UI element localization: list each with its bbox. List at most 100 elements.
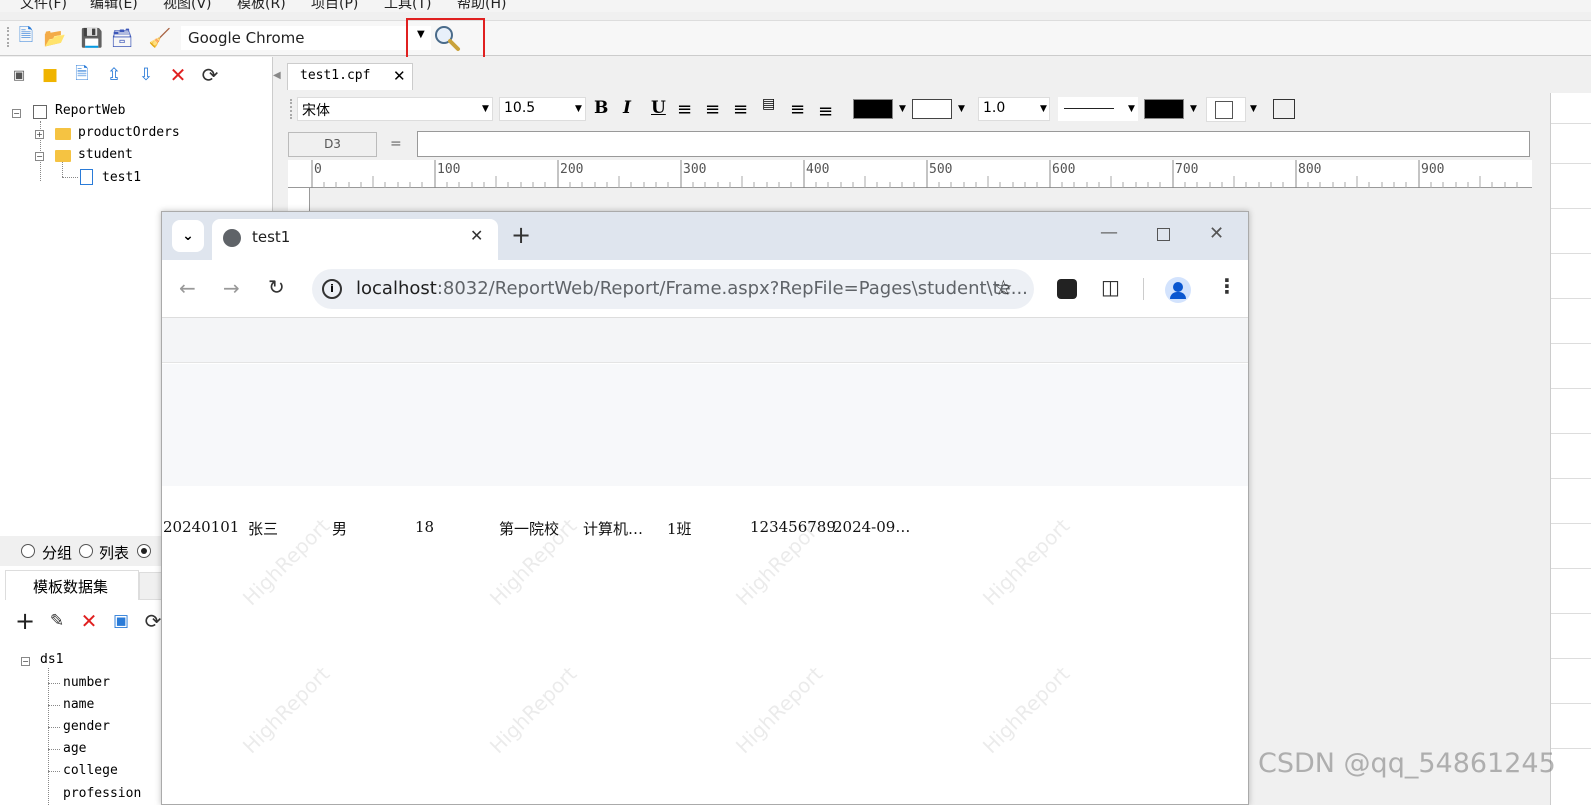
menu-project[interactable]: 项目(P) — [311, 0, 358, 12]
clean-brush-icon[interactable]: 🧹 — [148, 26, 172, 50]
tab-template-dataset[interactable]: 模板数据集 — [5, 570, 139, 600]
radio-third[interactable] — [137, 544, 151, 558]
menu-template[interactable]: 模板(R) — [237, 0, 286, 12]
border-color-swatch[interactable] — [1144, 99, 1184, 119]
tree-root-label[interactable]: ReportWeb — [55, 103, 125, 118]
chevron-down-icon[interactable]: ▼ — [1040, 104, 1047, 114]
tab-search-chevron-icon[interactable]: ⌄ — [172, 220, 204, 252]
refresh-icon[interactable]: ⟳ — [199, 63, 221, 87]
profile-avatar-icon[interactable] — [1165, 277, 1191, 303]
scroll-left-icon[interactable]: ◀ — [273, 70, 281, 81]
field-name[interactable]: name — [63, 697, 94, 712]
chrome-tab-title: test1 — [252, 228, 291, 246]
download-icon[interactable]: ⇩ — [135, 64, 157, 86]
back-icon[interactable]: ← — [179, 276, 196, 300]
close-icon[interactable]: ✕ — [393, 67, 406, 85]
align-right-icon[interactable]: ≡ — [733, 99, 748, 120]
bookmark-star-icon[interactable]: ☆ — [994, 276, 1013, 300]
menu-file[interactable]: 文件(F) — [20, 0, 67, 12]
edit-pencil-icon[interactable]: ✎ — [46, 610, 68, 632]
maximize-icon[interactable] — [1157, 228, 1170, 241]
align-bottom-icon[interactable]: ≡ — [818, 101, 833, 122]
radio-group[interactable] — [21, 544, 35, 558]
save-all-icon[interactable]: 🗃 — [110, 26, 134, 50]
new-template-icon[interactable]: 🗎 — [71, 64, 93, 86]
align-middle-icon[interactable]: ≡ — [790, 99, 805, 120]
tree-connector — [48, 705, 60, 706]
delete-icon[interactable]: ✕ — [167, 63, 189, 87]
extension-icon[interactable] — [1057, 279, 1077, 299]
line-style-select[interactable] — [1058, 97, 1138, 121]
browser-select[interactable]: Google Chrome — [181, 26, 431, 50]
site-info-icon[interactable]: i — [322, 279, 342, 299]
more-menu-icon[interactable]: ⋮ — [1217, 274, 1237, 298]
extensions-puzzle-icon[interactable]: ◫ — [1101, 275, 1120, 299]
merge-cells-icon[interactable] — [1273, 99, 1295, 119]
align-top-icon[interactable]: ▤ — [762, 96, 775, 112]
border-grid-icon — [1215, 101, 1233, 119]
collapse-toggle[interactable]: − — [21, 657, 30, 666]
field-profession[interactable]: profession — [63, 786, 141, 801]
save-icon[interactable]: 💾 — [80, 26, 104, 50]
cell-reference[interactable]: D3 — [288, 132, 377, 157]
align-center-icon[interactable]: ≡ — [705, 99, 720, 120]
minimize-icon[interactable]: — — [1100, 222, 1118, 243]
reload-icon[interactable]: ↻ — [268, 275, 285, 299]
address-bar[interactable]: i localhost:8032/ReportWeb/Report/Frame.… — [312, 269, 1034, 309]
forward-icon[interactable]: → — [223, 276, 240, 300]
radio-list[interactable] — [79, 544, 93, 558]
field-gender[interactable]: gender — [63, 719, 110, 734]
tree-file-test1[interactable]: test1 — [102, 170, 141, 185]
font-color-swatch[interactable] — [853, 99, 893, 119]
chevron-down-icon[interactable]: ▼ — [899, 104, 906, 114]
field-number[interactable]: number — [63, 675, 110, 690]
dataset-name[interactable]: ds1 — [40, 652, 63, 667]
folder-icon — [55, 128, 71, 140]
cell-age: 18 — [415, 518, 435, 536]
field-college[interactable]: college — [63, 763, 118, 778]
chevron-down-icon[interactable]: ▼ — [1128, 104, 1135, 114]
formula-input[interactable] — [417, 131, 1530, 157]
preview-data-icon[interactable]: ▣ — [110, 610, 132, 632]
upload-icon[interactable]: ⇫ — [103, 64, 125, 86]
menu-tools[interactable]: 工具(T) — [384, 0, 431, 12]
chrome-tab-test1[interactable]: test1 ✕ — [212, 219, 498, 260]
font-family-select[interactable]: 宋体 — [297, 97, 493, 121]
cell-class: 1班 — [667, 520, 692, 538]
chevron-down-icon[interactable]: ▼ — [1190, 104, 1197, 114]
border-style-select[interactable] — [1206, 97, 1246, 122]
fill-color-swatch[interactable] — [912, 99, 952, 119]
align-left-icon[interactable]: ≡ — [677, 99, 692, 120]
italic-icon[interactable]: I — [623, 98, 631, 118]
tab-test1-cpf[interactable]: test1.cpf ✕ — [287, 63, 413, 90]
chevron-down-icon[interactable]: ▼ — [482, 104, 489, 114]
tree-folder-productorders[interactable]: productOrders — [78, 125, 180, 140]
ruler-mark: 400 — [806, 162, 830, 177]
cell-date: 2024-09… — [833, 518, 911, 536]
watermark: HighReport — [237, 661, 335, 759]
new-folder-icon[interactable]: ■ — [39, 64, 61, 86]
close-window-icon[interactable]: ✕ — [1209, 223, 1224, 244]
underline-icon[interactable]: U — [651, 98, 666, 118]
font-size-select[interactable]: 10.5 — [499, 97, 586, 121]
new-tab-icon[interactable]: + — [511, 221, 531, 249]
collapse-toggle[interactable]: − — [12, 109, 21, 118]
tree-folder-student[interactable]: student — [78, 147, 133, 162]
field-age[interactable]: age — [63, 741, 86, 756]
new-file-icon[interactable]: 🗎 — [14, 25, 38, 50]
chevron-down-icon[interactable]: ▼ — [958, 104, 965, 114]
collapse-toggle[interactable]: − — [35, 152, 44, 161]
expand-toggle[interactable]: + — [35, 130, 44, 139]
menu-help[interactable]: 帮助(H) — [457, 0, 506, 12]
delete-icon[interactable]: ✕ — [78, 609, 100, 633]
open-folder-icon[interactable]: 📂 — [43, 26, 67, 50]
menu-view[interactable]: 视图(V) — [163, 0, 212, 12]
bold-icon[interactable]: B — [594, 98, 608, 118]
menu-edit[interactable]: 编辑(E) — [90, 0, 138, 12]
report-toolbar-band — [162, 318, 1248, 363]
add-icon[interactable]: + — [14, 607, 36, 635]
close-icon[interactable]: ✕ — [470, 226, 483, 245]
chevron-down-icon[interactable]: ▼ — [575, 104, 582, 114]
chevron-down-icon[interactable]: ▼ — [1250, 104, 1257, 114]
window-icon[interactable]: ▣ — [8, 64, 30, 86]
